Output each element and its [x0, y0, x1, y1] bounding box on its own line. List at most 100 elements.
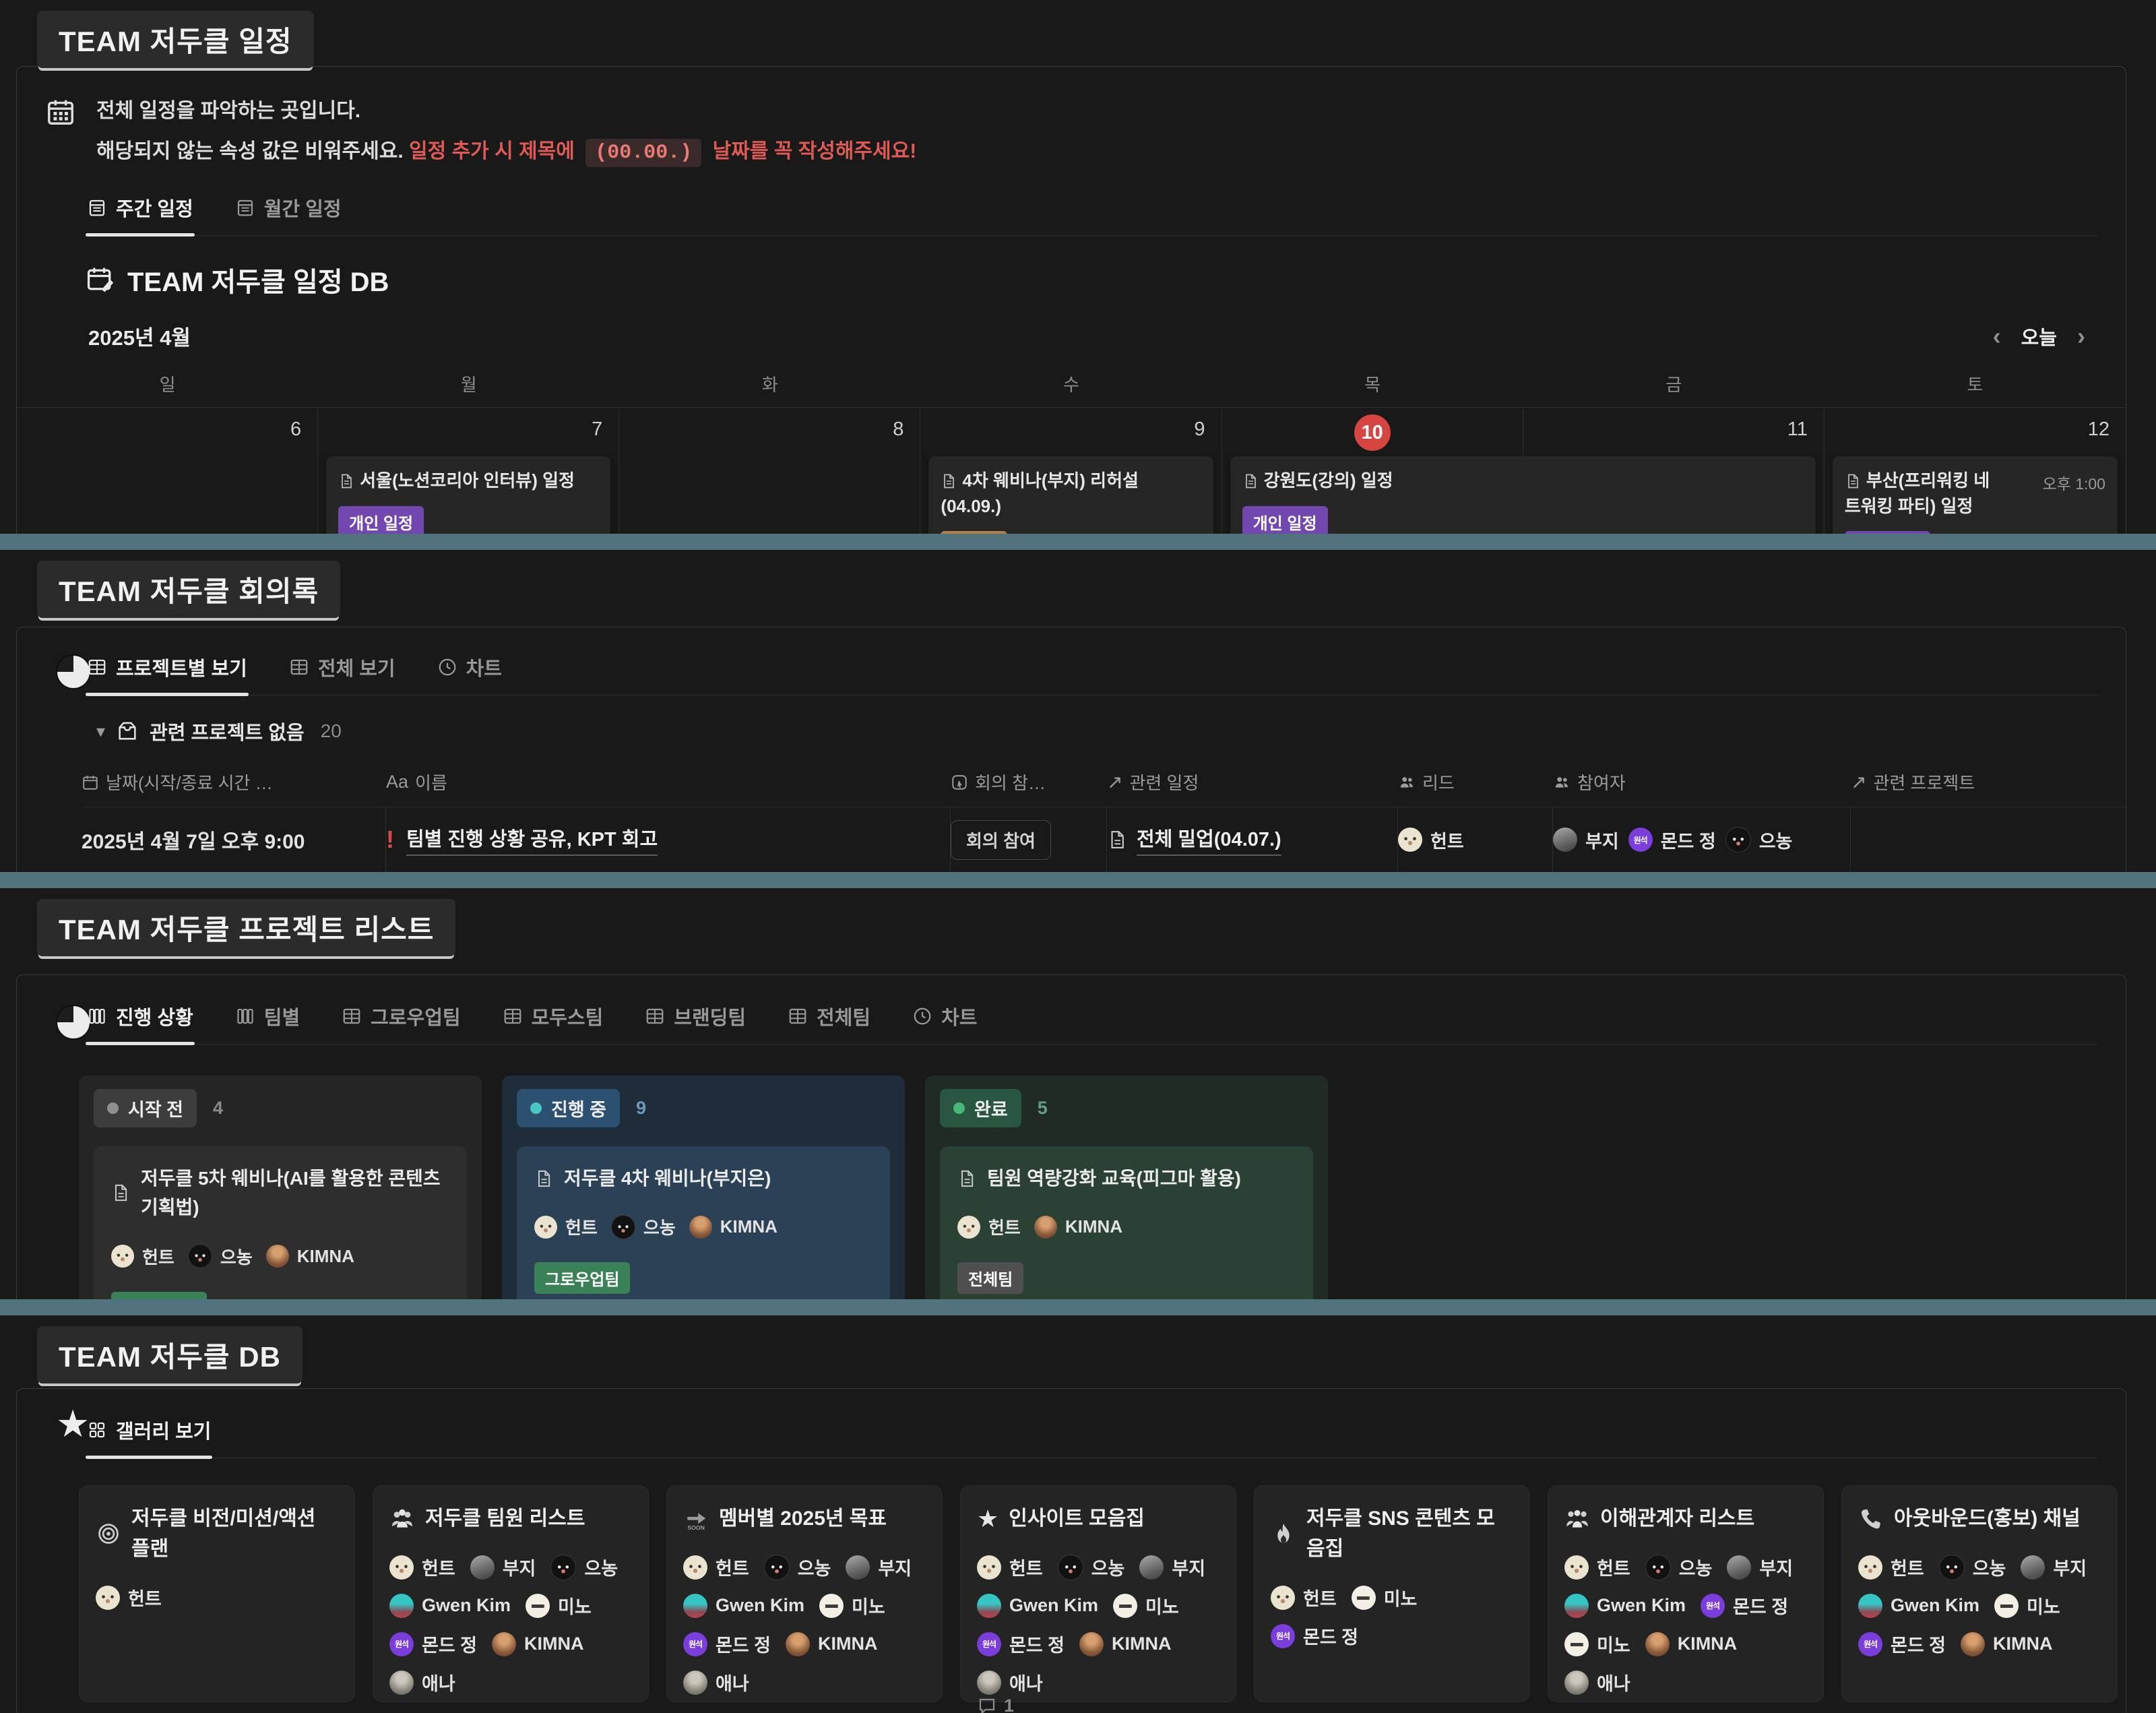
avatar: [188, 1244, 212, 1268]
related-project-cell[interactable]: [1851, 807, 2126, 872]
tab-monthly-label: 월간 일정: [264, 193, 342, 222]
gallery-card-vision[interactable]: 저두클 비전/미션/액션 플랜 헌트: [79, 1485, 355, 1702]
event-title: 서울(노션코리아 인터뷰) 일정: [338, 468, 598, 494]
avatar: [1858, 1555, 1882, 1580]
avatar: [689, 1216, 712, 1239]
tab-gallery-view[interactable]: 갤러리 보기: [86, 1416, 212, 1458]
tab-chart[interactable]: 차트: [436, 653, 503, 695]
column-header-join[interactable]: 회의 참…: [951, 770, 1107, 795]
card-people: 헌트미노몬드 정: [1271, 1584, 1513, 1649]
calendar-day-cell-today[interactable]: 10 강원도(강의) 일정 개인 일정: [1222, 408, 1523, 534]
lead-cell[interactable]: 헌트: [1398, 807, 1553, 872]
calendar-event-webinar[interactable]: 4차 웨비나(부지) 리허설 (04.09.) 웨비나: [928, 456, 1213, 534]
column-header-related-schedule[interactable]: ↗ 관련 일정: [1107, 770, 1398, 795]
card-people: 헌트: [96, 1584, 338, 1611]
avatar: [111, 1245, 134, 1268]
tab-modus-team[interactable]: 모두스팀: [501, 1002, 605, 1044]
schedule-section-title[interactable]: TEAM 저두클 일정: [37, 11, 314, 68]
tab-by-project[interactable]: 프로젝트별 보기: [86, 653, 249, 695]
avatar: [1553, 828, 1577, 852]
column-count: 4: [213, 1098, 223, 1119]
calendar-event-seoul[interactable]: 서울(노션코리아 인터뷰) 일정 개인 일정: [326, 456, 610, 534]
callout-warning-b: 날짜를 꼭 작성해주세요!: [713, 140, 917, 162]
project-card[interactable]: 저두클 4차 웨비나(부지은) 헌트으농KIMNA 그로우업팀웨비나: [517, 1146, 890, 1299]
gallery-card-insights[interactable]: ★ 인사이트 모음집 헌트으농부지Gwen Kim미노몬드 정KIMNA애나 1: [960, 1485, 1236, 1702]
column-header-lead[interactable]: 리드: [1398, 770, 1553, 795]
day-number: 11: [1531, 413, 1816, 448]
meeting-row[interactable]: 2025년 4월 7일 오후 9:00 ! 팀별 진행 상황 공유, KPT 회…: [82, 807, 2126, 872]
page-icon: [1242, 473, 1259, 489]
calendar-event-busan[interactable]: 오후 1:00 부산(프리워킹 네트워킹 파티) 일정 개인 일정: [1833, 456, 2118, 534]
day-number: 8: [627, 413, 912, 448]
avatar: [1564, 1671, 1589, 1695]
weekday-label: 일: [17, 371, 318, 396]
avatar: [1564, 1594, 1589, 1618]
project-card[interactable]: 저두클 5차 웨비나(AI를 활용한 콘텐츠 기획법) 헌트으농KIMNA 그로…: [94, 1146, 467, 1299]
card-title: 아웃바운드(홍보) 채널: [1894, 1503, 2081, 1534]
tab-all-team[interactable]: 전체팀: [786, 1002, 872, 1044]
tab-branding-team[interactable]: 브랜딩팀: [643, 1002, 747, 1044]
collapse-triangle-icon[interactable]: ▾: [96, 721, 105, 742]
gallery-card-goals[interactable]: SOON 멤버별 2025년 목표 헌트으농부지Gwen Kim미노몬드 정KI…: [666, 1485, 943, 1702]
card-tags: 그로우업팀웨비나: [534, 1262, 873, 1299]
column-header-name[interactable]: Aa 이름: [386, 770, 951, 795]
gallery-card-sns[interactable]: 저두클 SNS 콘텐츠 모음집 헌트미노몬드 정: [1254, 1485, 1530, 1702]
table-icon: [342, 1006, 362, 1026]
weekday-label: 금: [1523, 371, 1825, 396]
status-dot-icon: [107, 1102, 119, 1114]
section-divider: [0, 534, 2156, 550]
related-schedule-link[interactable]: 전체 밀업(04.07.): [1137, 823, 1281, 856]
calendar-day-cell[interactable]: 6: [17, 408, 318, 534]
group-header[interactable]: ▾ 관련 프로젝트 없음 20: [96, 717, 2126, 745]
avatar: [846, 1555, 870, 1580]
avatar: [1058, 1555, 1083, 1580]
tab-progress-board[interactable]: 진행 상황: [86, 1002, 195, 1044]
join-meeting-button[interactable]: 회의 참여: [951, 820, 1051, 860]
tab-label: 모두스팀: [532, 1002, 604, 1030]
chevron-left-icon[interactable]: ‹: [1993, 324, 2001, 348]
column-header-date[interactable]: 날짜(시작/종료 시간 …: [82, 770, 386, 795]
meeting-name-link[interactable]: 팀별 진행 상황 공유, KPT 회고: [406, 823, 658, 856]
tab-weekly-schedule[interactable]: 주간 일정: [86, 193, 195, 235]
button-cursor-icon: [951, 774, 968, 791]
avatar: [977, 1632, 1001, 1656]
column-count: 5: [1038, 1098, 1048, 1119]
gallery-card-stakeholders[interactable]: 이해관계자 리스트 헌트으농부지Gwen Kim몬드 정미노KIMNA애나: [1548, 1485, 1824, 1702]
status-badge[interactable]: 완료: [940, 1089, 1021, 1127]
column-header-related-project[interactable]: ↗ 관련 프로젝트: [1851, 770, 2126, 795]
db-section-title[interactable]: TEAM 저두클 DB: [37, 1326, 303, 1383]
calendar-day-cell[interactable]: 9 4차 웨비나(부지) 리허설 (04.09.) 웨비나: [920, 408, 1222, 534]
calendar-day-cell[interactable]: 7 서울(노션코리아 인터뷰) 일정 개인 일정: [318, 408, 619, 534]
meetings-section-title[interactable]: TEAM 저두클 회의록: [37, 561, 340, 618]
tab-all-view[interactable]: 전체 보기: [288, 653, 397, 695]
calendar-week-icon: [87, 197, 107, 218]
gallery-card-members[interactable]: 저두클 팀원 리스트 헌트부지으농Gwen Kim미노몬드 정KIMNA애나: [373, 1485, 649, 1702]
today-button[interactable]: 오늘: [2021, 322, 2057, 350]
calendar-icon: [82, 774, 99, 791]
chevron-right-icon[interactable]: ›: [2077, 324, 2085, 348]
projects-section-title[interactable]: TEAM 저두클 프로젝트 리스트: [37, 899, 455, 956]
page-icon: [534, 1164, 553, 1193]
schedule-db-heading[interactable]: TEAM 저두클 일정 DB: [86, 260, 2126, 299]
tab-by-team[interactable]: 팀별: [234, 1002, 301, 1044]
status-badge[interactable]: 시작 전: [94, 1089, 197, 1127]
avatar: [526, 1594, 550, 1618]
status-badge[interactable]: 진행 중: [517, 1089, 620, 1127]
calendar-day-cell[interactable]: 8: [619, 408, 920, 534]
avatar: [266, 1245, 289, 1268]
gallery-card-outbound[interactable]: 아웃바운드(홍보) 채널 헌트으농부지Gwen Kim미노몬드 정KIMNA: [1841, 1485, 2118, 1702]
page-icon: [338, 473, 354, 489]
avatar: [492, 1632, 516, 1656]
project-card[interactable]: 팀원 역량강화 교육(피그마 활용) 헌트KIMNA 전체팀: [940, 1146, 1313, 1299]
column-header-participants[interactable]: 참여자: [1553, 770, 1851, 795]
avatar: [1034, 1216, 1057, 1239]
event-time: 오후 1:00: [2043, 471, 2105, 494]
tab-monthly-schedule[interactable]: 월간 일정: [234, 193, 343, 235]
tab-growup-team[interactable]: 그로우업팀: [340, 1002, 462, 1044]
tab-chart[interactable]: 차트: [911, 1002, 978, 1044]
participants-cell[interactable]: 부지몬드 정으농: [1553, 807, 1851, 872]
calendar-event-gangwon[interactable]: 강원도(강의) 일정 개인 일정: [1230, 456, 1816, 534]
avatar: [1701, 1594, 1725, 1618]
weekday-label: 화: [619, 371, 920, 396]
calendar-day-cell[interactable]: 12 오후 1:00 부산(프리워킹 네트워킹 파티) 일정 개인 일정: [1825, 408, 2126, 534]
